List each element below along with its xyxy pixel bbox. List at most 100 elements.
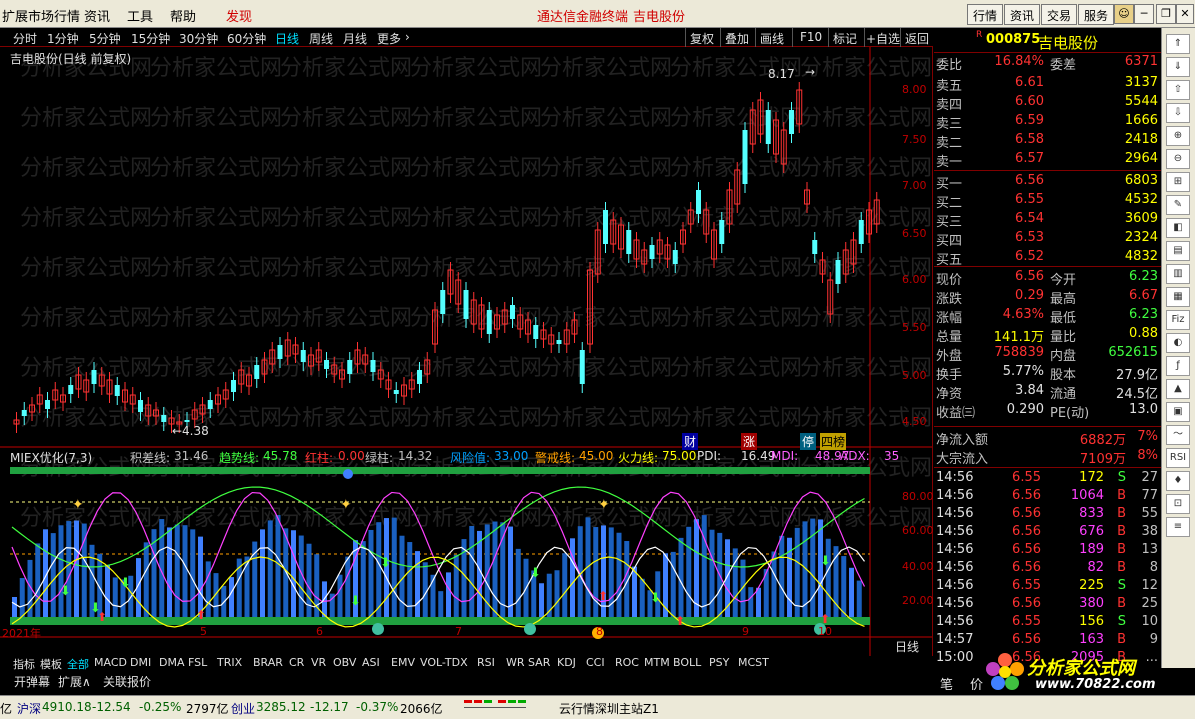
indicator-tab[interactable]: VOL-TDX: [420, 656, 468, 669]
indicator-tab[interactable]: FSL: [188, 656, 207, 669]
menu-item-help[interactable]: 帮助: [170, 6, 196, 25]
rsi-icon[interactable]: RSI: [1166, 448, 1190, 468]
period-tab-monthly[interactable]: 月线: [343, 30, 367, 47]
sell-row[interactable]: 卖五 6.61 3137: [934, 74, 1161, 94]
indicator-tab[interactable]: MCST: [738, 656, 769, 669]
service-button[interactable]: 服务: [1078, 4, 1115, 25]
box-icon[interactable]: ▣: [1166, 402, 1190, 422]
zoom-in-icon[interactable]: ⊕: [1166, 126, 1190, 146]
chart-area[interactable]: 分析家公式网 分析家公式网 分析家公式网 分析家公式网 分析家公式网 分析家公式网 分析家公…: [0, 47, 934, 657]
period-tab-15min[interactable]: 15分钟: [131, 30, 170, 47]
stat-row[interactable]: 现价 6.56 今开 6.23: [934, 268, 1161, 288]
page-down-icon[interactable]: ⇩: [1166, 103, 1190, 123]
f10-button[interactable]: F10: [800, 30, 822, 44]
indicator-tab[interactable]: BOLL: [673, 656, 701, 669]
period-tab-5min[interactable]: 5分钟: [89, 30, 121, 47]
user-icon[interactable]: ☺: [1114, 4, 1134, 24]
indicator-tab[interactable]: 全部: [67, 656, 89, 672]
quote-button[interactable]: 行情: [967, 4, 1004, 25]
indicator-tab[interactable]: CR: [289, 656, 304, 669]
add-watchlist-button[interactable]: +自选: [866, 30, 900, 47]
stat-row[interactable]: 收益㈢ 0.290 PE(动) 13.0: [934, 401, 1161, 421]
trade-button[interactable]: 交易: [1041, 4, 1078, 25]
back-button[interactable]: 返回: [905, 30, 929, 47]
related-quote-tab[interactable]: 关联报价: [103, 673, 151, 690]
fiz-icon[interactable]: Fiz: [1166, 310, 1190, 330]
indicator-tab[interactable]: RSI: [477, 656, 495, 669]
menu-item-discover[interactable]: 发现: [226, 6, 252, 25]
stat-row[interactable]: 外盘 758839 内盘 652615: [934, 344, 1161, 364]
tick-row[interactable]: 14:56 6.55 156 S 10: [934, 613, 1161, 632]
menu-item-tools[interactable]: 工具: [127, 6, 153, 25]
page-up-icon[interactable]: ⇧: [1166, 80, 1190, 100]
tick-row[interactable]: 14:56 6.56 833 B 55: [934, 505, 1161, 524]
flow-row[interactable]: 大宗流入 7109万 8%: [934, 447, 1161, 467]
indicator-tab[interactable]: ROC: [615, 656, 639, 669]
tick-row[interactable]: 14:57 6.56 163 B 9: [934, 631, 1161, 650]
event-badge-rise[interactable]: 涨: [741, 433, 758, 450]
minimize-icon[interactable]: ─: [1134, 4, 1154, 24]
indicator-tab[interactable]: SAR: [528, 656, 550, 669]
indicator-tab[interactable]: KDJ: [557, 656, 576, 669]
tick-row[interactable]: 14:56 6.55 225 S 12: [934, 577, 1161, 596]
sh-index-label[interactable]: 沪深: [17, 700, 41, 717]
up-arrow-icon[interactable]: ⇑: [1166, 34, 1190, 54]
stat-row[interactable]: 涨幅 4.63% 最低 6.23: [934, 306, 1161, 326]
menu-item-market[interactable]: 扩展市场行情: [2, 6, 80, 25]
period-tab-60min[interactable]: 60分钟: [227, 30, 266, 47]
draw-line-button[interactable]: 画线: [760, 30, 784, 47]
chart-grid-icon[interactable]: ▦: [1166, 287, 1190, 307]
flow-row[interactable]: 净流入额 6882万 7%: [934, 428, 1161, 448]
halfmoon-icon[interactable]: ◐: [1166, 333, 1190, 353]
stat-row[interactable]: 总量 141.1万 量比 0.88: [934, 325, 1161, 345]
tick-row[interactable]: 14:56 6.56 676 B 38: [934, 523, 1161, 542]
indicator-tab[interactable]: EMV: [391, 656, 415, 669]
tick-row[interactable]: 14:56 6.56 1064 B 77: [934, 487, 1161, 506]
indicator-tab[interactable]: MTM: [644, 656, 670, 669]
indicator-tab[interactable]: TRIX: [217, 656, 242, 669]
info-button[interactable]: 资讯: [1004, 4, 1041, 25]
zoom-out-icon[interactable]: ⊖: [1166, 149, 1190, 169]
diamond-icon[interactable]: ♦: [1166, 471, 1190, 491]
danmaku-toggle[interactable]: 开弹幕: [14, 673, 50, 690]
indicator-tab[interactable]: DMA: [159, 656, 185, 669]
webi-row[interactable]: 委比 16.84% 委差 6371: [934, 53, 1161, 73]
indicator-tab[interactable]: BRAR: [253, 656, 283, 669]
stat-row[interactable]: 净资 3.84 流通 24.5亿: [934, 382, 1161, 402]
indicator-tab[interactable]: CCI: [586, 656, 605, 669]
wave-icon[interactable]: 〜: [1166, 425, 1190, 445]
indicator-tab[interactable]: ASI: [362, 656, 380, 669]
expand-toggle[interactable]: 扩展∧: [58, 673, 91, 690]
tick-row[interactable]: 14:56 6.56 380 B 25: [934, 595, 1161, 614]
split-icon[interactable]: ▥: [1166, 264, 1190, 284]
down-arrow-icon[interactable]: ⇓: [1166, 57, 1190, 77]
buy-row[interactable]: 买五 6.52 4832: [934, 248, 1161, 268]
cy-index-label[interactable]: 创业: [231, 700, 255, 717]
buy-row[interactable]: 买一 6.56 6803: [934, 172, 1161, 192]
indicator-tab[interactable]: WR: [506, 656, 525, 669]
restore-icon[interactable]: ❐: [1156, 4, 1176, 24]
stat-row[interactable]: 涨跌 0.29 最高 6.67: [934, 287, 1161, 307]
indicator-tab[interactable]: PSY: [709, 656, 729, 669]
event-badge-list[interactable]: 四榜: [820, 433, 847, 450]
indicator-tab[interactable]: DMI: [130, 656, 151, 669]
period-tab-daily[interactable]: 日线: [275, 30, 299, 47]
indicator-tab[interactable]: VR: [311, 656, 326, 669]
indicator-tab[interactable]: 指标: [13, 656, 35, 672]
indicator-tab[interactable]: MACD: [94, 656, 127, 669]
chevron-right-icon[interactable]: ›: [405, 30, 410, 44]
buy-row[interactable]: 买四 6.53 2324: [934, 229, 1161, 249]
period-tab-1min[interactable]: 1分钟: [47, 30, 79, 47]
server-name[interactable]: 云行情深圳主站Z1: [559, 700, 659, 717]
menu-item-news[interactable]: 资讯: [84, 6, 110, 25]
event-badge-halt[interactable]: 停: [800, 433, 817, 450]
indicator-name[interactable]: MIEX优化(7,3): [10, 449, 92, 466]
restore-rights-button[interactable]: 复权: [690, 30, 714, 47]
table-icon[interactable]: ▤: [1166, 241, 1190, 261]
pen-icon[interactable]: ✎: [1166, 195, 1190, 215]
period-tab-timeshare[interactable]: 分时: [13, 30, 37, 47]
event-badge-finance[interactable]: 财: [682, 433, 699, 450]
tick-row[interactable]: 14:56 6.55 172 S 27: [934, 469, 1161, 488]
sell-row[interactable]: 卖四 6.60 5544: [934, 93, 1161, 113]
indicator-tab[interactable]: 模板: [40, 656, 62, 672]
